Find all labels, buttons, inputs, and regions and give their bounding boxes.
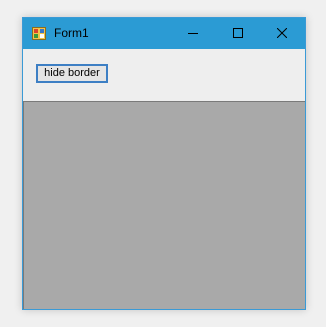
minimize-button[interactable] <box>170 18 216 49</box>
app-icon <box>32 27 46 40</box>
close-icon <box>277 28 287 38</box>
maximize-icon <box>233 28 243 38</box>
gray-panel[interactable] <box>23 101 305 309</box>
hide-border-button[interactable]: hide border <box>36 64 108 83</box>
client-area: hide border <box>23 49 305 309</box>
form1-window: Form1 hide border <box>22 17 306 310</box>
window-title: Form1 <box>54 26 89 40</box>
maximize-button[interactable] <box>215 18 261 49</box>
close-button[interactable] <box>259 18 305 49</box>
title-bar[interactable]: Form1 <box>23 18 305 49</box>
minimize-icon <box>188 33 198 34</box>
